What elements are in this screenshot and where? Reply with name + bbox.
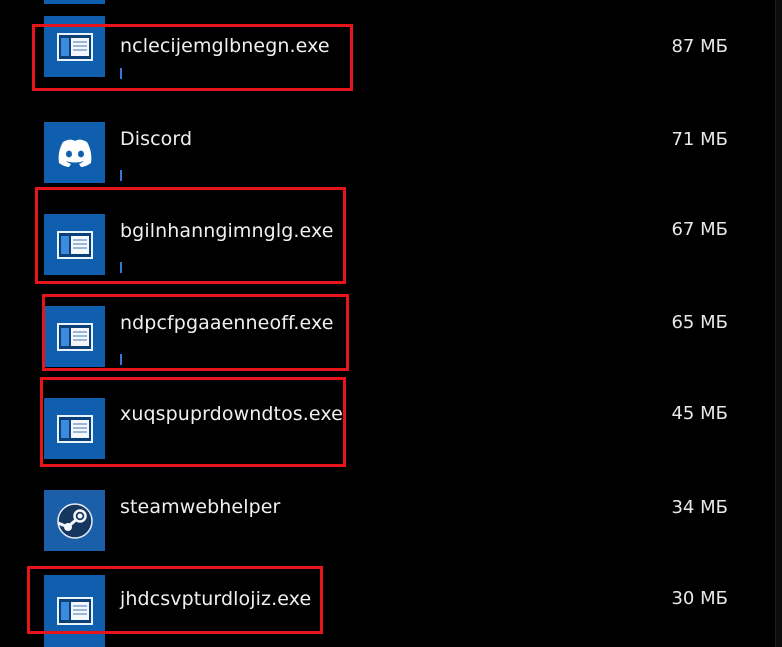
process-name: steamwebhelper (120, 496, 281, 518)
process-name: Discord (120, 128, 193, 150)
memory-progress-bar (120, 170, 122, 181)
highlight-box (40, 377, 346, 467)
steam-icon (44, 490, 105, 551)
list-item[interactable]: steamwebhelper 34 МБ (0, 460, 775, 552)
list-item[interactable]: Discord 71 МБ (0, 92, 775, 184)
memory-size: 30 МБ (671, 588, 728, 609)
scrollbar-track[interactable] (775, 0, 782, 647)
memory-usage-list: nclecijemglbnegn.exe 87 МБ Discord 71 МБ (0, 0, 782, 647)
memory-size: 87 МБ (671, 36, 728, 57)
memory-size: 71 МБ (671, 129, 728, 150)
memory-size: 65 МБ (671, 312, 728, 333)
highlight-box (27, 566, 323, 634)
highlight-box (35, 187, 346, 284)
discord-icon (44, 122, 105, 183)
memory-size: 67 МБ (671, 219, 728, 240)
highlight-box (42, 294, 349, 371)
memory-size: 45 МБ (671, 403, 728, 424)
highlight-box (32, 24, 353, 91)
memory-size: 34 МБ (671, 497, 728, 518)
